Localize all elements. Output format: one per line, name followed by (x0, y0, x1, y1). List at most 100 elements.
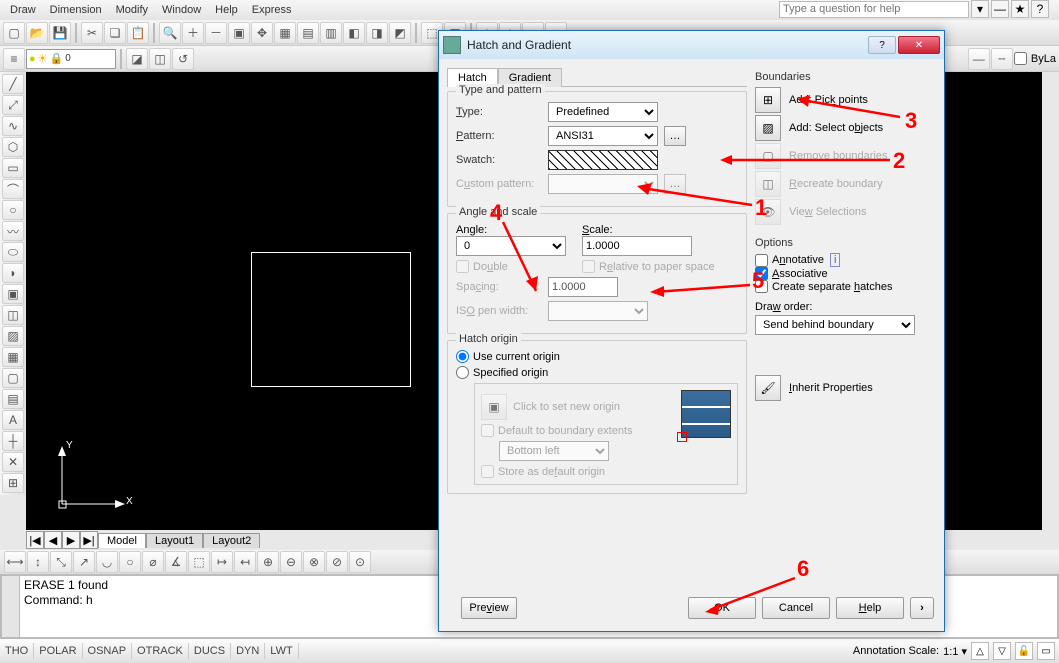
menu-modify[interactable]: Modify (110, 2, 154, 18)
dim11-icon[interactable]: ↤ (234, 551, 256, 573)
menu-dimension[interactable]: Dimension (44, 2, 108, 18)
spline-icon[interactable]: 〰 (2, 221, 24, 241)
tab-nav-prev-icon[interactable]: ◀ (44, 531, 62, 549)
cmd-scroll[interactable] (2, 576, 20, 637)
tab-nav-next-icon[interactable]: ▶ (62, 531, 80, 549)
menu-help[interactable]: Help (209, 2, 244, 18)
separate-hatches-checkbox[interactable]: Create separate hatches (755, 280, 936, 293)
angle-select[interactable]: 0 (456, 236, 566, 256)
mtext-icon[interactable]: A (2, 410, 24, 430)
select-objects-icon[interactable]: ▨ (755, 115, 781, 141)
layer-prev-icon[interactable]: ↺ (172, 48, 194, 70)
insert-icon[interactable]: ▣ (2, 284, 24, 304)
status-otrack[interactable]: OTRACK (132, 643, 189, 659)
ellipse-arc-icon[interactable]: ◗ (2, 263, 24, 283)
dim5-icon[interactable]: ◡ (96, 551, 118, 573)
dim7-icon[interactable]: ⌀ (142, 551, 164, 573)
layer-iso-icon[interactable]: ◫ (149, 48, 171, 70)
zoom-realtime-icon[interactable]: 🔍 (159, 22, 181, 44)
status-ducs[interactable]: DUCS (189, 643, 231, 659)
cancel-button[interactable]: Cancel (762, 597, 830, 619)
layer-mgr-icon[interactable]: ≡ (3, 48, 25, 70)
star-icon[interactable]: ★ (1011, 0, 1029, 18)
dim10-icon[interactable]: ↦ (211, 551, 233, 573)
expand-button[interactable]: › (910, 597, 934, 619)
tab-layout2[interactable]: Layout2 (203, 533, 260, 548)
tool-x-icon[interactable]: ✕ (2, 452, 24, 472)
dim16-icon[interactable]: ⊙ (349, 551, 371, 573)
linetype2-icon[interactable]: ╌ (991, 48, 1013, 70)
vertical-scrollbar[interactable] (1042, 72, 1059, 530)
scale-input[interactable] (582, 236, 692, 256)
xline-icon[interactable]: ⤢ (2, 95, 24, 115)
tool-y-icon[interactable]: ⊞ (2, 473, 24, 493)
arc-icon[interactable]: ⌒ (2, 179, 24, 199)
select-objects-label[interactable]: Add: Select objects (789, 122, 883, 134)
draw-order-select[interactable]: Send behind boundary (755, 315, 915, 335)
minimize-icon[interactable]: — (991, 0, 1009, 18)
tool4-icon[interactable]: ◧ (343, 22, 365, 44)
pattern-browse-button[interactable]: … (664, 126, 686, 146)
radio-specified-origin[interactable]: Specified origin (456, 366, 738, 379)
inherit-props-icon[interactable]: 🖌 (755, 375, 781, 401)
polygon-icon[interactable]: ⬡ (2, 137, 24, 157)
status-icon4[interactable]: ▭ (1037, 642, 1055, 660)
dim14-icon[interactable]: ⊗ (303, 551, 325, 573)
tab-layout1[interactable]: Layout1 (146, 533, 203, 548)
annotation-scale-value[interactable]: 1:1 ▾ (943, 645, 967, 658)
bylayer-check[interactable]: ByLa (1014, 52, 1056, 65)
preview-button[interactable]: Preview (461, 597, 517, 619)
type-select[interactable]: Predefined (548, 102, 658, 122)
dim2-icon[interactable]: ↕ (27, 551, 49, 573)
menu-express[interactable]: Express (246, 2, 298, 18)
menu-draw[interactable]: Draw (4, 2, 42, 18)
status-lwt[interactable]: LWT (265, 643, 298, 659)
new-icon[interactable]: ▢ (3, 22, 25, 44)
status-tho[interactable]: THO (0, 643, 34, 659)
region-icon[interactable]: ▢ (2, 368, 24, 388)
dialog-close-icon[interactable]: ✕ (898, 36, 940, 54)
cut-icon[interactable]: ✂ (81, 22, 103, 44)
tool2-icon[interactable]: ▤ (297, 22, 319, 44)
associative-checkbox[interactable]: Associative (755, 267, 936, 280)
layer-state-icon[interactable]: ◪ (126, 48, 148, 70)
annotative-checkbox[interactable]: Annotative i (755, 253, 936, 267)
menu-window[interactable]: Window (156, 2, 207, 18)
dim6-icon[interactable]: ○ (119, 551, 141, 573)
layer-combo[interactable]: ● ☀ 🔒 0 (26, 49, 116, 69)
dialog-titlebar[interactable]: Hatch and Gradient ? ✕ (439, 31, 944, 59)
open-icon[interactable]: 📂 (26, 22, 48, 44)
status-osnap[interactable]: OSNAP (83, 643, 133, 659)
save-icon[interactable]: 💾 (49, 22, 71, 44)
inherit-props-label[interactable]: Inherit Properties (789, 382, 873, 394)
zoom-window-icon[interactable]: ▣ (228, 22, 250, 44)
help-icon[interactable]: ? (1031, 0, 1049, 18)
rectangle-icon[interactable]: ▭ (2, 158, 24, 178)
tab-nav-first-icon[interactable]: |◀ (26, 531, 44, 549)
table-icon[interactable]: ▤ (2, 389, 24, 409)
circle-icon[interactable]: ○ (2, 200, 24, 220)
dim4-icon[interactable]: ↗ (73, 551, 95, 573)
hatch-icon[interactable]: ▨ (2, 326, 24, 346)
help-search-input[interactable] (779, 1, 969, 18)
ok-button[interactable]: OK (688, 597, 756, 619)
dim15-icon[interactable]: ⊘ (326, 551, 348, 573)
pline-icon[interactable]: ∿ (2, 116, 24, 136)
tab-model[interactable]: Model (98, 533, 146, 548)
line-icon[interactable]: ╱ (2, 74, 24, 94)
help-button[interactable]: Help (836, 597, 904, 619)
pick-points-icon[interactable]: ⊞ (755, 87, 781, 113)
gradient-icon[interactable]: ▦ (2, 347, 24, 367)
status-polar[interactable]: POLAR (34, 643, 82, 659)
tab-nav-last-icon[interactable]: ▶| (80, 531, 98, 549)
radio-current-origin[interactable]: Use current origin (456, 350, 738, 363)
status-lock-icon[interactable]: 🔓 (1015, 642, 1033, 660)
measure-icon[interactable]: ┼ (2, 431, 24, 451)
dim3-icon[interactable]: ⤡ (50, 551, 72, 573)
block-icon[interactable]: ◫ (2, 305, 24, 325)
linetype1-icon[interactable]: — (968, 48, 990, 70)
dim1-icon[interactable]: ⟷ (4, 551, 26, 573)
ellipse-icon[interactable]: ⬭ (2, 242, 24, 262)
dim13-icon[interactable]: ⊖ (280, 551, 302, 573)
paste-icon[interactable]: 📋 (127, 22, 149, 44)
